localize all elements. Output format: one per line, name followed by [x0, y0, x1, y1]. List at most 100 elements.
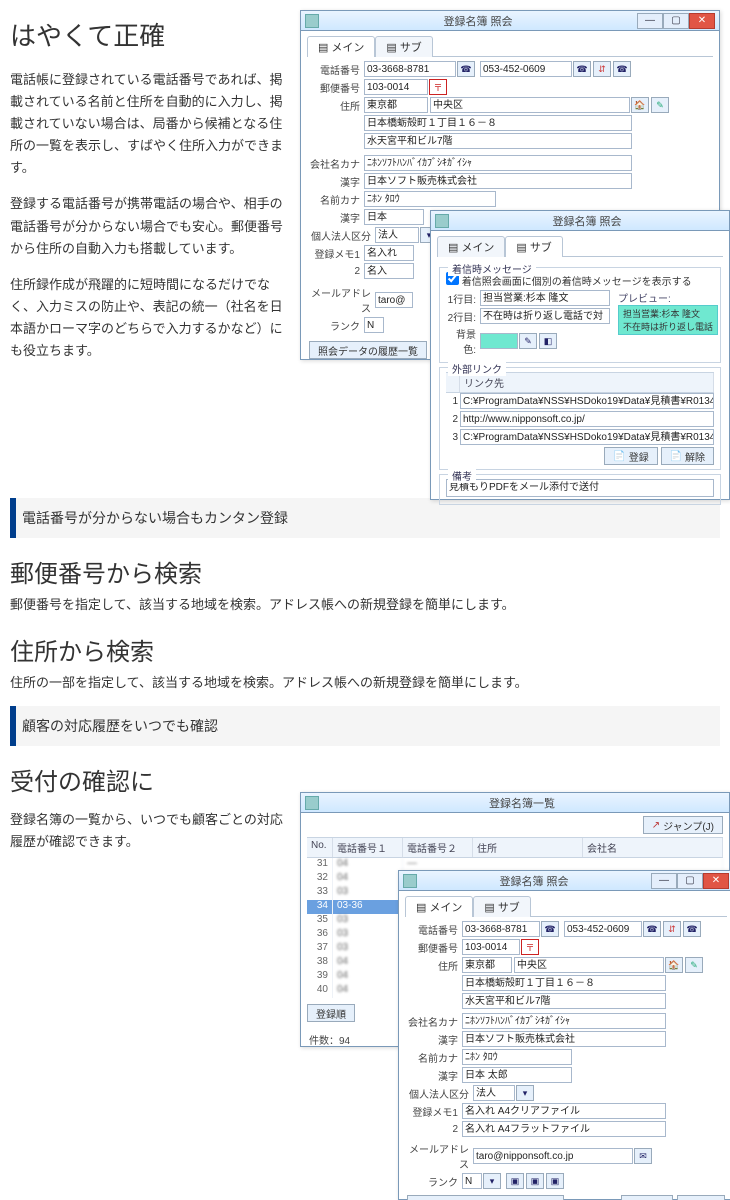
name-kana-input[interactable]: ﾆﾎﾝ ﾀﾛｳ — [364, 191, 496, 207]
window-registration-detail: 登録名簿 照会 — ▢ ✕ ▤メイン ▤サブ 電話番号 03-3668-8781… — [398, 870, 730, 1200]
rank-input[interactable]: N — [462, 1173, 482, 1189]
section1-p3: 住所録作成が飛躍的に短時間になるだけでなく、入力ミスの防止や、表記の統一（社名を… — [10, 274, 290, 362]
register-button[interactable]: 📄登録 — [604, 447, 657, 465]
label-rank: ランク — [309, 318, 364, 333]
class-select[interactable]: 法人 — [375, 227, 419, 243]
tab-main[interactable]: ▤メイン — [405, 896, 473, 917]
link1-input[interactable]: C:¥ProgramData¥NSS¥HSDoko19¥Data¥見積書¥R01… — [460, 393, 714, 409]
eraser-icon[interactable]: ◧ — [539, 333, 557, 349]
release-button[interactable]: 📄解除 — [661, 447, 714, 465]
eraser-icon[interactable]: ✎ — [651, 97, 669, 113]
history-button[interactable]: 照会データの履歴一覧を表示(I) — [407, 1195, 564, 1200]
addr-line3-input[interactable]: 水天宮平和ビル7階 — [364, 133, 632, 149]
section3-p: 住所の一部を指定して、該当する地域を検索。アドレス帳への新規登録を簡単にします。 — [10, 673, 720, 694]
label-line2: 2行目: — [446, 309, 480, 324]
tab-sub[interactable]: ▤サブ — [505, 236, 562, 257]
minimize-button[interactable]: — — [651, 873, 677, 889]
swap-icon[interactable]: ⇵ — [663, 921, 681, 937]
phone-icon[interactable]: ☎ — [541, 921, 559, 937]
addr-pref-input[interactable]: 東京都 — [462, 957, 512, 973]
bgcolor-swatch[interactable] — [480, 333, 518, 349]
change-button[interactable]: 変更(U) — [621, 1195, 673, 1200]
page-icon: ▤ — [318, 41, 328, 54]
zip-input[interactable]: 103-0014 — [364, 79, 428, 95]
titlebar[interactable]: 登録名簿 照会 — ▢ ✕ — [399, 871, 730, 891]
eraser-icon[interactable]: ✎ — [685, 957, 703, 973]
header-no[interactable]: No. — [307, 838, 333, 857]
titlebar[interactable]: 登録名簿 照会 — ▢ ✕ — [301, 11, 719, 31]
pen-icon[interactable]: ✎ — [519, 333, 537, 349]
phone-black-icon[interactable]: ☎ — [613, 61, 631, 77]
tab-main[interactable]: ▤メイン — [307, 36, 375, 57]
titlebar[interactable]: 登録名簿 照会 — [431, 211, 729, 231]
close-button[interactable]: ✕ — [703, 873, 729, 889]
addr-ward-input[interactable]: 中央区 — [514, 957, 664, 973]
phone-icon[interactable]: ☎ — [573, 61, 591, 77]
tab-sub[interactable]: ▤サブ — [375, 36, 432, 57]
window-registration-sub: 登録名簿 照会 ▤メイン ▤サブ 着信時メッセージ 着信照会画面に個別の着信時メ… — [430, 210, 730, 500]
header-company[interactable]: 会社名 — [583, 838, 723, 857]
class-select[interactable]: 法人 — [473, 1085, 515, 1101]
link3-input[interactable]: C:¥ProgramData¥NSS¥HSDoko19¥Data¥見積書¥R01… — [460, 429, 714, 445]
tab-main[interactable]: ▤メイン — [437, 236, 505, 257]
line2-input[interactable]: 不在時は折り返し電話で対応する — [480, 308, 610, 324]
memo2-input[interactable]: 名入 — [364, 263, 414, 279]
maximize-button[interactable]: ▢ — [677, 873, 703, 889]
note-input[interactable]: 見積もりPDFをメール添付で送付 — [446, 479, 714, 497]
rank-icon[interactable]: ▣ — [506, 1173, 524, 1189]
memo1-input[interactable]: 名入れ — [364, 245, 414, 261]
tel2-input[interactable]: 053-452-0609 — [564, 921, 642, 937]
memo1-input[interactable]: 名入れ A4クリアファイル — [462, 1103, 666, 1119]
mail-icon[interactable]: ✉ — [634, 1148, 652, 1164]
minimize-button[interactable]: — — [637, 13, 663, 29]
addr-line2-input[interactable]: 日本橋蛎殻町１丁目１６－８ — [462, 975, 666, 991]
dropdown-icon[interactable]: ▾ — [516, 1085, 534, 1101]
addr-line3-input[interactable]: 水天宮平和ビル7階 — [462, 993, 666, 1009]
name-kana-input[interactable]: ﾆﾎﾝ ﾀﾛｳ — [462, 1049, 572, 1065]
rank-icon[interactable]: ▣ — [546, 1173, 564, 1189]
close-button-footer[interactable]: 閉じる — [677, 1195, 725, 1200]
name-kanji-input[interactable]: 日本 太郎 — [462, 1067, 572, 1083]
rank-input[interactable]: N — [364, 317, 384, 333]
header-tel2[interactable]: 電話番号２ — [403, 838, 473, 857]
maximize-button[interactable]: ▢ — [663, 13, 689, 29]
header-tel1[interactable]: 電話番号１ — [333, 838, 403, 857]
close-button[interactable]: ✕ — [689, 13, 715, 29]
tel1-input[interactable]: 03-3668-8781 — [364, 61, 456, 77]
link2-input[interactable]: http://www.nipponsoft.co.jp/ — [460, 411, 714, 427]
home-icon[interactable]: 🏠 — [665, 957, 683, 973]
company-kanji-input[interactable]: 日本ソフト販売株式会社 — [462, 1031, 666, 1047]
addr-pref-input[interactable]: 東京都 — [364, 97, 428, 113]
phone-black-icon[interactable]: ☎ — [683, 921, 701, 937]
postal-mark-icon[interactable]: 〒 — [521, 939, 539, 955]
label-addr: 住所 — [309, 98, 364, 113]
phone-icon[interactable]: ☎ — [643, 921, 661, 937]
company-kanji-input[interactable]: 日本ソフト販売株式会社 — [364, 173, 632, 189]
label-addr: 住所 — [407, 958, 462, 973]
titlebar[interactable]: 登録名簿一覧 — [301, 793, 729, 813]
sort-order-button[interactable]: 登録順 — [307, 1004, 355, 1022]
rank-icon[interactable]: ▣ — [526, 1173, 544, 1189]
history-button[interactable]: 照会データの履歴一覧 — [309, 341, 427, 359]
postal-mark-icon[interactable]: 〒 — [429, 79, 447, 95]
line1-input[interactable]: 担当営業:杉本 隆文 — [480, 290, 610, 306]
jump-button[interactable]: ↗ジャンプ(J) — [643, 816, 723, 834]
group-incoming-msg: 着信時メッセージ — [448, 261, 536, 276]
mail-input[interactable]: taro@ — [375, 292, 413, 308]
company-kana-input[interactable]: ﾆﾎﾝｿﾌﾄﾊﾝﾊﾞｲｶﾌﾞｼｷｶﾞｲｼｬ — [364, 155, 632, 171]
phone-icon[interactable]: ☎ — [457, 61, 475, 77]
mail-input[interactable]: taro@nipponsoft.co.jp — [473, 1148, 633, 1164]
dropdown-icon[interactable]: ▾ — [483, 1173, 501, 1189]
header-addr[interactable]: 住所 — [473, 838, 583, 857]
tel1-input[interactable]: 03-3668-8781 — [462, 921, 540, 937]
name-kanji-input[interactable]: 日本 — [364, 209, 424, 225]
swap-icon[interactable]: ⇵ — [593, 61, 611, 77]
tab-sub[interactable]: ▤サブ — [473, 896, 530, 917]
home-icon[interactable]: 🏠 — [631, 97, 649, 113]
addr-ward-input[interactable]: 中央区 — [430, 97, 630, 113]
memo2-input[interactable]: 名入れ A4フラットファイル — [462, 1121, 666, 1137]
addr-line2-input[interactable]: 日本橋蛎殻町１丁目１６－８ — [364, 115, 632, 131]
zip-input[interactable]: 103-0014 — [462, 939, 520, 955]
company-kana-input[interactable]: ﾆﾎﾝｿﾌﾄﾊﾝﾊﾞｲｶﾌﾞｼｷｶﾞｲｼｬ — [462, 1013, 666, 1029]
tel2-input[interactable]: 053-452-0609 — [480, 61, 572, 77]
